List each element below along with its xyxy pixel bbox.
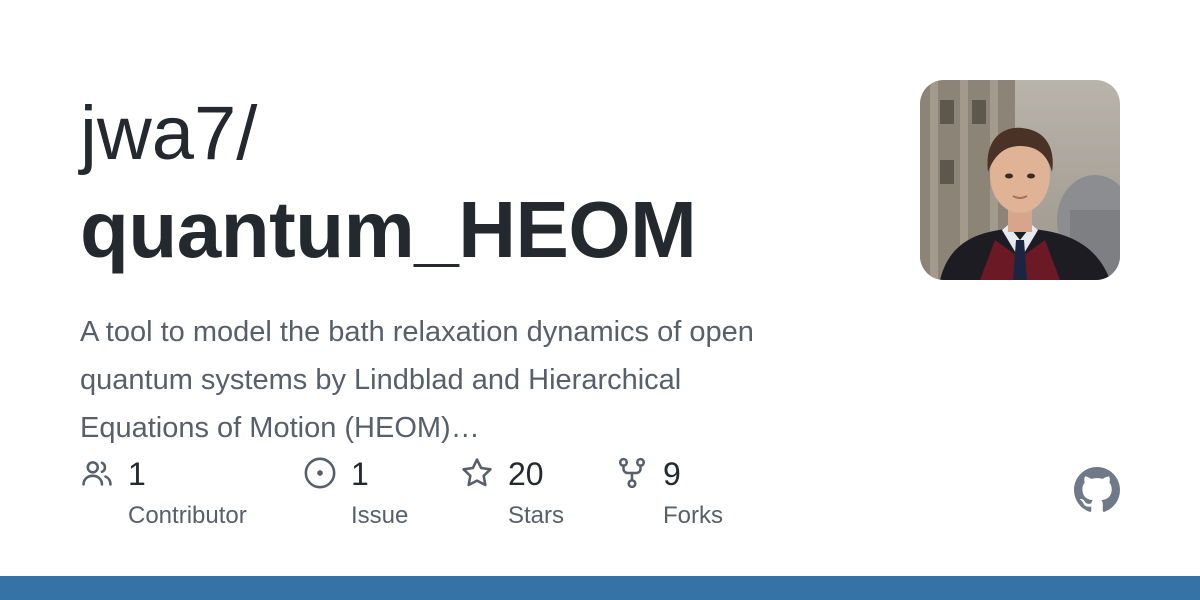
- forks-count: 9: [663, 456, 681, 492]
- owner-avatar: [920, 80, 1120, 280]
- github-mark-icon[interactable]: [1074, 467, 1120, 513]
- repo-forked-icon: [615, 456, 649, 490]
- star-icon: [460, 456, 494, 490]
- issues-count: 1: [351, 456, 369, 492]
- repo-description: A tool to model the bath relaxation dyna…: [80, 316, 754, 444]
- repo-name: quantum_HEOM: [80, 185, 697, 274]
- people-icon: [80, 456, 114, 490]
- language-color-bar: [0, 576, 1200, 600]
- stars-count: 20: [508, 456, 544, 492]
- repo-owner: jwa7/: [80, 91, 258, 176]
- contributors-label: Contributor: [128, 502, 247, 529]
- forks-label: Forks: [663, 502, 723, 529]
- issue-opened-icon: [303, 456, 337, 490]
- stars-label: Stars: [508, 502, 565, 529]
- issues-label: Issue: [351, 502, 409, 529]
- contributors-count: 1: [128, 456, 146, 492]
